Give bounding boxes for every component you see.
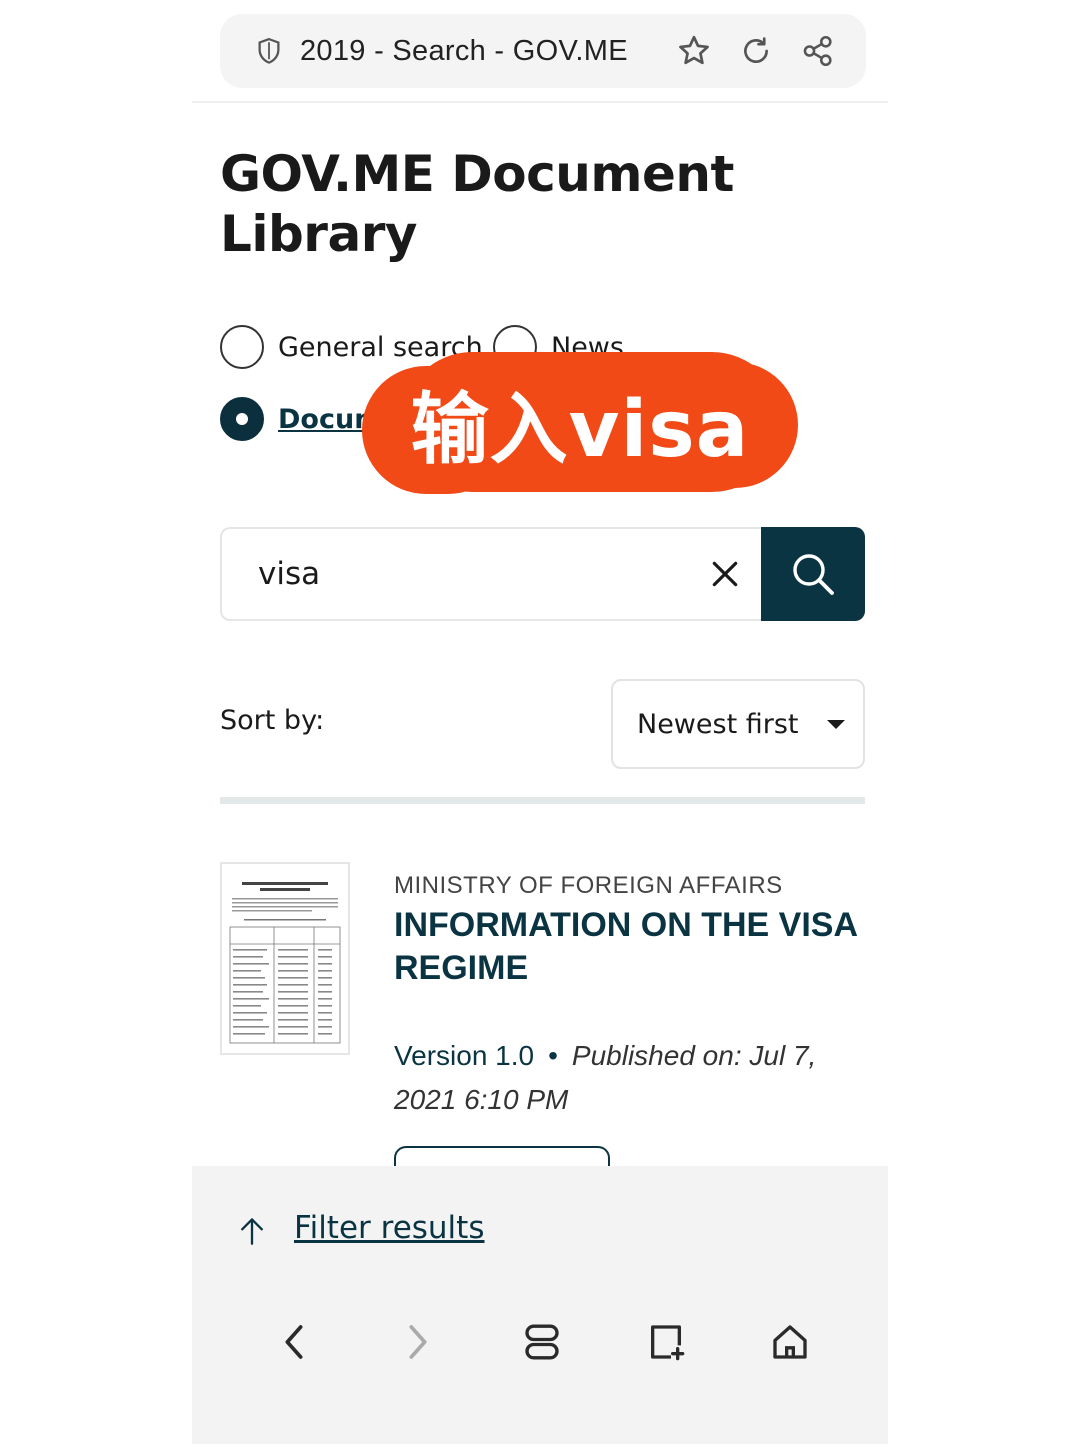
tabs-icon[interactable] — [512, 1316, 572, 1368]
back-icon[interactable] — [264, 1316, 324, 1368]
divider — [192, 101, 888, 103]
filter-bar: Filter results — [192, 1166, 888, 1294]
filter-results-link[interactable]: Filter results — [294, 1210, 484, 1246]
document-thumbnail[interactable] — [220, 862, 350, 1055]
sort-label: Sort by: — [220, 705, 325, 736]
result-title-link[interactable]: INFORMATION ON THE VISA REGIME — [394, 904, 874, 990]
overlay-text: 输入visa — [410, 385, 750, 475]
radio-circle[interactable] — [220, 325, 264, 369]
sort-select[interactable]: Newest first — [611, 679, 865, 769]
arrow-up-icon — [241, 1218, 263, 1245]
result-ministry: MINISTRY OF FOREIGN AFFAIRS — [394, 872, 783, 899]
forward-icon[interactable] — [388, 1316, 448, 1368]
search-button[interactable] — [761, 527, 865, 621]
new-tab-icon[interactable] — [636, 1316, 696, 1368]
address-bar[interactable]: 2019 - Search - GOV.ME — [220, 14, 866, 88]
sort-value: Newest first — [637, 708, 799, 740]
search-input[interactable]: visa — [220, 527, 761, 621]
radio-documents[interactable]: Docum — [220, 397, 382, 441]
search-icon — [793, 554, 834, 595]
tab-title: 2019 - Search - GOV.ME — [300, 34, 628, 67]
share-icon[interactable] — [798, 31, 838, 71]
result-meta: Version 1.0 • Published on: Jul 7, 2021 6:… — [394, 1034, 874, 1122]
radio-circle-checked[interactable] — [220, 397, 264, 441]
overlay-sticker: 输入visa — [362, 352, 798, 494]
separator-dot: • — [548, 1040, 558, 1071]
result-version: Version 1.0 — [394, 1040, 535, 1071]
browser-bottom-nav — [192, 1294, 888, 1444]
page-title: GOV.ME Document Library — [220, 145, 734, 263]
reload-icon[interactable] — [736, 31, 776, 71]
shield-icon — [258, 37, 280, 64]
star-icon[interactable] — [674, 31, 714, 71]
close-icon[interactable] — [695, 544, 755, 604]
search-value[interactable]: visa — [258, 556, 695, 592]
chevron-down-icon — [827, 719, 845, 729]
divider — [220, 797, 865, 804]
home-icon[interactable] — [760, 1316, 820, 1368]
